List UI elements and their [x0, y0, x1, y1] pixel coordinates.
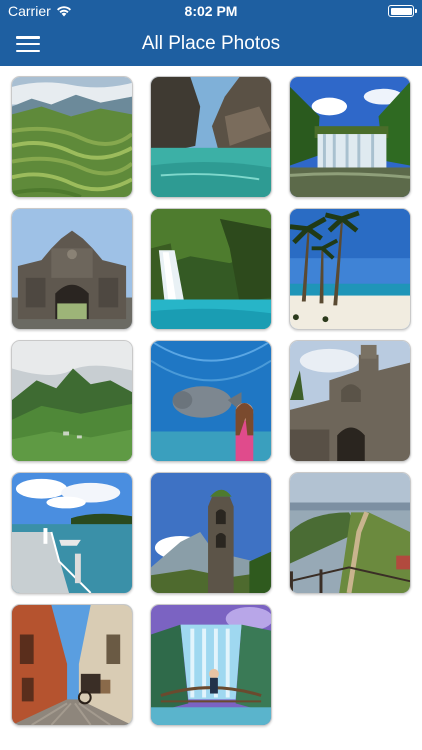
photo-church-ruins[interactable] — [150, 472, 272, 594]
photo-stone-gate[interactable] — [11, 208, 133, 330]
photo-palm-beach[interactable] — [289, 208, 411, 330]
photo-green-mountains[interactable] — [11, 340, 133, 462]
photo-aquarium-manatee[interactable] — [150, 340, 272, 462]
battery-icon — [388, 5, 417, 17]
photo-waterfall-jungle[interactable] — [289, 76, 411, 198]
status-time: 8:02 PM — [184, 3, 238, 19]
photo-old-fort-wall[interactable] — [289, 340, 411, 462]
photo-waterfall-mural[interactable] — [150, 604, 272, 726]
page-title: All Place Photos — [141, 33, 281, 54]
photo-colonial-street[interactable] — [11, 604, 133, 726]
photo-waterfall-blue-pool[interactable] — [150, 208, 272, 330]
navigation-bar: All Place Photos — [0, 22, 422, 66]
app-header: Carrier 8:02 PM All Place Photos — [0, 0, 422, 66]
photo-seaside-pier[interactable] — [11, 472, 133, 594]
photo-lake-trail[interactable] — [289, 472, 411, 594]
photo-rice-terraces[interactable] — [11, 76, 133, 198]
status-bar: Carrier 8:02 PM — [0, 0, 422, 22]
photo-limestone-lagoon[interactable] — [150, 76, 272, 198]
photo-grid — [0, 66, 422, 750]
